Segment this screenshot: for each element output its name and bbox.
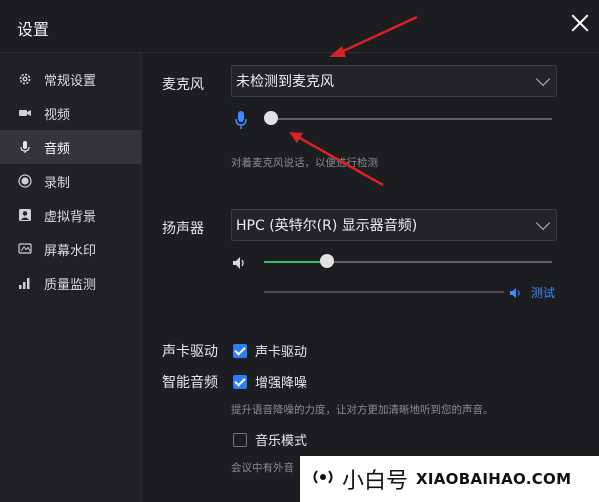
brand-banner: 小白号 XIAOBAIHAO.COM: [300, 456, 599, 502]
broadcast-icon: [310, 466, 336, 492]
annotation-arrows: [289, 15, 418, 187]
brand-name-zh: 小白号: [342, 469, 409, 494]
arrow-to-microphone-level: [289, 132, 384, 187]
arrow-to-microphone-select: [329, 15, 418, 57]
brand-name-en: XIAOBAIHAO.COM: [416, 470, 572, 488]
